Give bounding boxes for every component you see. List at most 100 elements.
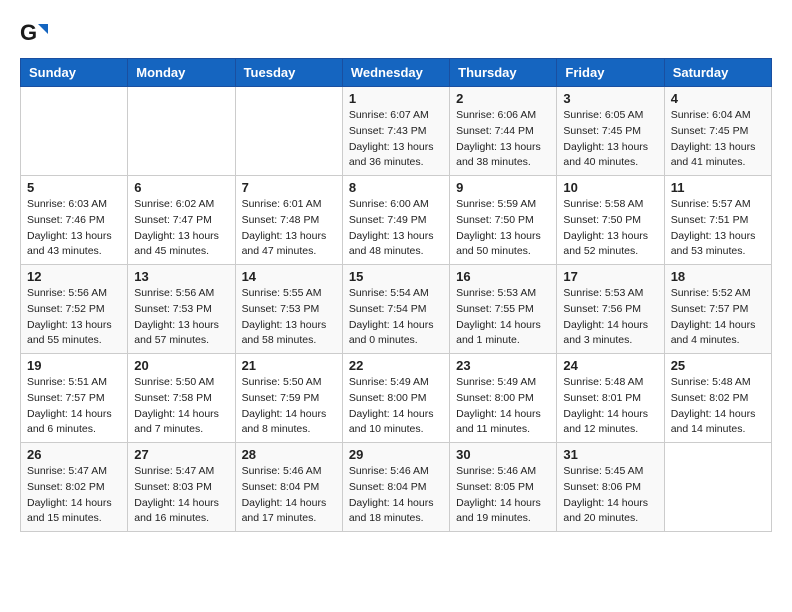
weekday-sunday: Sunday — [21, 59, 128, 87]
calendar-cell: 22 Sunrise: 5:49 AM Sunset: 8:00 PM Dayli… — [342, 354, 449, 443]
day-info: Sunrise: 6:05 AM Sunset: 7:45 PM Dayligh… — [563, 108, 657, 171]
day-info: Sunrise: 5:53 AM Sunset: 7:56 PM Dayligh… — [563, 286, 657, 349]
day-info: Sunrise: 5:50 AM Sunset: 7:58 PM Dayligh… — [134, 375, 228, 438]
calendar-cell: 27 Sunrise: 5:47 AM Sunset: 8:03 PM Dayli… — [128, 443, 235, 532]
calendar-cell: 8Sunrise: 6:00 AM Sunset: 7:49 PM Daylig… — [342, 176, 449, 265]
day-info: Sunrise: 5:54 AM Sunset: 7:54 PM Dayligh… — [349, 286, 443, 349]
day-number: 1 — [349, 91, 443, 106]
day-number: 21 — [242, 358, 336, 373]
week-row-1: 1 Sunrise: 6:07 AM Sunset: 7:43 PM Daylig… — [21, 87, 772, 176]
weekday-tuesday: Tuesday — [235, 59, 342, 87]
day-number: 12 — [27, 269, 121, 284]
day-info: Sunrise: 6:07 AM Sunset: 7:43 PM Dayligh… — [349, 108, 443, 171]
calendar-cell: 7 Sunrise: 6:01 AM Sunset: 7:48 PM Daylig… — [235, 176, 342, 265]
week-row-4: 19 Sunrise: 5:51 AM Sunset: 7:57 PM Dayli… — [21, 354, 772, 443]
day-number: 9 — [456, 180, 550, 195]
weekday-header-row: SundayMondayTuesdayWednesdayThursdayFrid… — [21, 59, 772, 87]
day-info: Sunrise: 5:49 AM Sunset: 8:00 PM Dayligh… — [456, 375, 550, 438]
logo: G — [20, 20, 52, 48]
day-info: Sunrise: 5:48 AM Sunset: 8:01 PM Dayligh… — [563, 375, 657, 438]
day-info: Sunrise: 6:04 AM Sunset: 7:45 PM Dayligh… — [671, 108, 765, 171]
day-info: Sunrise: 5:56 AM Sunset: 7:52 PM Dayligh… — [27, 286, 121, 349]
calendar-cell: 25 Sunrise: 5:48 AM Sunset: 8:02 PM Dayli… — [664, 354, 771, 443]
calendar-cell: 15 Sunrise: 5:54 AM Sunset: 7:54 PM Dayli… — [342, 265, 449, 354]
day-info: Sunrise: 5:45 AM Sunset: 8:06 PM Dayligh… — [563, 464, 657, 527]
day-number: 14 — [242, 269, 336, 284]
day-info: Sunrise: 5:49 AM Sunset: 8:00 PM Dayligh… — [349, 375, 443, 438]
weekday-friday: Friday — [557, 59, 664, 87]
week-row-3: 12 Sunrise: 5:56 AM Sunset: 7:52 PM Dayli… — [21, 265, 772, 354]
day-info: Sunrise: 5:59 AM Sunset: 7:50 PM Dayligh… — [456, 197, 550, 260]
calendar-cell: 29 Sunrise: 5:46 AM Sunset: 8:04 PM Dayli… — [342, 443, 449, 532]
day-info: Sunrise: 5:46 AM Sunset: 8:04 PM Dayligh… — [349, 464, 443, 527]
calendar-cell: 6 Sunrise: 6:02 AM Sunset: 7:47 PM Daylig… — [128, 176, 235, 265]
calendar-cell: 10 Sunrise: 5:58 AM Sunset: 7:50 PM Dayli… — [557, 176, 664, 265]
day-info: Sunrise: 5:58 AM Sunset: 7:50 PM Dayligh… — [563, 197, 657, 260]
page-header: G — [20, 20, 772, 48]
calendar-cell: 20Sunrise: 5:50 AM Sunset: 7:58 PM Dayli… — [128, 354, 235, 443]
day-number: 31 — [563, 447, 657, 462]
day-number: 15 — [349, 269, 443, 284]
day-number: 29 — [349, 447, 443, 462]
calendar-cell: 16Sunrise: 5:53 AM Sunset: 7:55 PM Dayli… — [450, 265, 557, 354]
calendar-cell: 18 Sunrise: 5:52 AM Sunset: 7:57 PM Dayli… — [664, 265, 771, 354]
calendar-table: SundayMondayTuesdayWednesdayThursdayFrid… — [20, 58, 772, 532]
day-number: 13 — [134, 269, 228, 284]
day-info: Sunrise: 5:56 AM Sunset: 7:53 PM Dayligh… — [134, 286, 228, 349]
day-number: 30 — [456, 447, 550, 462]
day-number: 7 — [242, 180, 336, 195]
calendar-cell: 19 Sunrise: 5:51 AM Sunset: 7:57 PM Dayli… — [21, 354, 128, 443]
day-info: Sunrise: 5:55 AM Sunset: 7:53 PM Dayligh… — [242, 286, 336, 349]
calendar-cell — [21, 87, 128, 176]
weekday-wednesday: Wednesday — [342, 59, 449, 87]
day-info: Sunrise: 5:57 AM Sunset: 7:51 PM Dayligh… — [671, 197, 765, 260]
calendar-cell: 11 Sunrise: 5:57 AM Sunset: 7:51 PM Dayli… — [664, 176, 771, 265]
day-number: 8 — [349, 180, 443, 195]
calendar-cell: 9 Sunrise: 5:59 AM Sunset: 7:50 PM Daylig… — [450, 176, 557, 265]
day-info: Sunrise: 5:46 AM Sunset: 8:05 PM Dayligh… — [456, 464, 550, 527]
week-row-5: 26Sunrise: 5:47 AM Sunset: 8:02 PM Dayli… — [21, 443, 772, 532]
day-number: 2 — [456, 91, 550, 106]
calendar-cell — [664, 443, 771, 532]
day-number: 22 — [349, 358, 443, 373]
day-info: Sunrise: 6:01 AM Sunset: 7:48 PM Dayligh… — [242, 197, 336, 260]
day-info: Sunrise: 5:46 AM Sunset: 8:04 PM Dayligh… — [242, 464, 336, 527]
day-number: 25 — [671, 358, 765, 373]
day-number: 24 — [563, 358, 657, 373]
calendar-cell: 31 Sunrise: 5:45 AM Sunset: 8:06 PM Dayli… — [557, 443, 664, 532]
day-number: 10 — [563, 180, 657, 195]
calendar-cell: 3Sunrise: 6:05 AM Sunset: 7:45 PM Daylig… — [557, 87, 664, 176]
day-number: 11 — [671, 180, 765, 195]
day-number: 6 — [134, 180, 228, 195]
weekday-monday: Monday — [128, 59, 235, 87]
calendar-cell: 5 Sunrise: 6:03 AM Sunset: 7:46 PM Daylig… — [21, 176, 128, 265]
day-number: 4 — [671, 91, 765, 106]
day-number: 5 — [27, 180, 121, 195]
calendar-cell: 2 Sunrise: 6:06 AM Sunset: 7:44 PM Daylig… — [450, 87, 557, 176]
day-info: Sunrise: 5:50 AM Sunset: 7:59 PM Dayligh… — [242, 375, 336, 438]
day-info: Sunrise: 5:48 AM Sunset: 8:02 PM Dayligh… — [671, 375, 765, 438]
day-number: 27 — [134, 447, 228, 462]
day-info: Sunrise: 5:47 AM Sunset: 8:02 PM Dayligh… — [27, 464, 121, 527]
logo-icon: G — [20, 20, 48, 48]
day-info: Sunrise: 6:06 AM Sunset: 7:44 PM Dayligh… — [456, 108, 550, 171]
day-number: 28 — [242, 447, 336, 462]
calendar-cell: 30 Sunrise: 5:46 AM Sunset: 8:05 PM Dayli… — [450, 443, 557, 532]
week-row-2: 5 Sunrise: 6:03 AM Sunset: 7:46 PM Daylig… — [21, 176, 772, 265]
svg-text:G: G — [20, 20, 37, 45]
calendar-cell: 21 Sunrise: 5:50 AM Sunset: 7:59 PM Dayli… — [235, 354, 342, 443]
day-info: Sunrise: 5:51 AM Sunset: 7:57 PM Dayligh… — [27, 375, 121, 438]
day-info: Sunrise: 5:47 AM Sunset: 8:03 PM Dayligh… — [134, 464, 228, 527]
day-number: 19 — [27, 358, 121, 373]
calendar-cell: 12 Sunrise: 5:56 AM Sunset: 7:52 PM Dayli… — [21, 265, 128, 354]
calendar-cell — [235, 87, 342, 176]
calendar-cell: 17Sunrise: 5:53 AM Sunset: 7:56 PM Dayli… — [557, 265, 664, 354]
day-info: Sunrise: 6:02 AM Sunset: 7:47 PM Dayligh… — [134, 197, 228, 260]
day-number: 18 — [671, 269, 765, 284]
calendar-cell: 26Sunrise: 5:47 AM Sunset: 8:02 PM Dayli… — [21, 443, 128, 532]
day-info: Sunrise: 5:52 AM Sunset: 7:57 PM Dayligh… — [671, 286, 765, 349]
day-number: 23 — [456, 358, 550, 373]
calendar-cell: 28 Sunrise: 5:46 AM Sunset: 8:04 PM Dayli… — [235, 443, 342, 532]
day-info: Sunrise: 6:03 AM Sunset: 7:46 PM Dayligh… — [27, 197, 121, 260]
day-info: Sunrise: 5:53 AM Sunset: 7:55 PM Dayligh… — [456, 286, 550, 349]
